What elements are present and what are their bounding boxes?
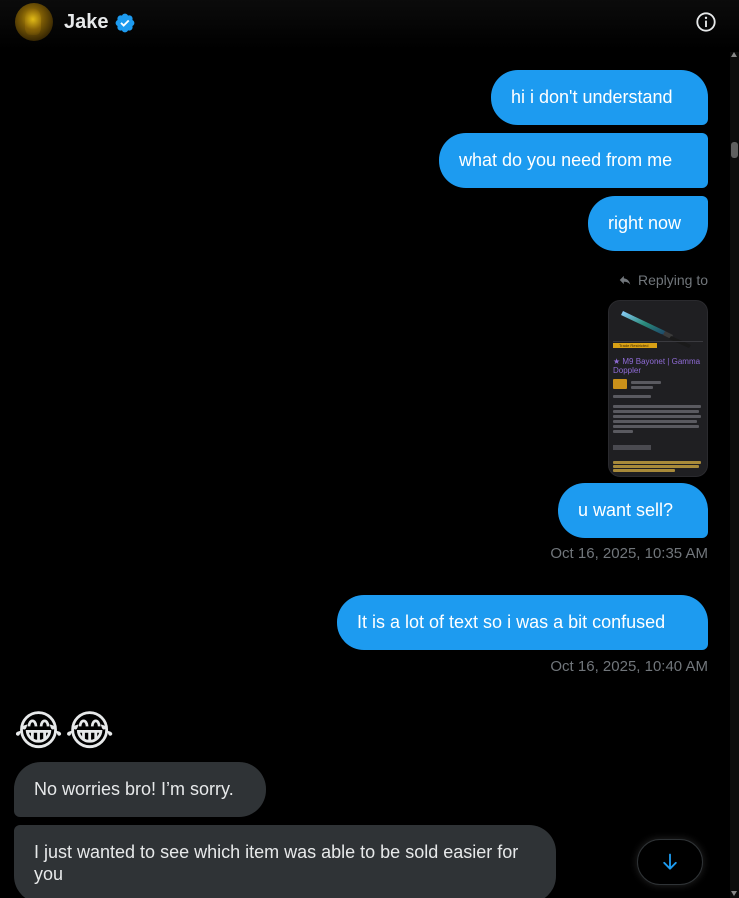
preview-text-line [613,415,701,418]
scrollbar-thumb[interactable] [731,142,738,158]
conversation-header: Jake [0,0,739,50]
sent-message[interactable]: It is a lot of text so i was a bit confu… [337,595,708,650]
replied-image-preview[interactable]: Trade Restricted ★ M9 Bayonet | Gamma Do… [608,300,708,477]
preview-text-line [613,410,699,413]
preview-warning-line [613,469,675,472]
sent-message[interactable]: what do you need from me [439,133,708,188]
preview-text-line [613,425,699,428]
received-message[interactable]: No worries bro! I’m sorry. [14,762,266,817]
preview-warning-line [613,465,699,468]
preview-title: ★ M9 Bayonet | Gamma Doppler [613,357,701,375]
replying-to-label: Replying to [618,272,708,288]
arrow-down-icon [663,853,677,870]
scroll-up-arrow-icon[interactable] [731,52,737,57]
received-message[interactable]: I just wanted to see which item was able… [14,825,556,898]
preview-text-line [613,405,701,408]
preview-item-icon [613,379,627,389]
sent-message[interactable]: hi i don't understand [491,70,708,125]
dm-conversation: Jake hi i don't understand what do you n… [0,0,739,898]
info-icon[interactable] [695,11,717,33]
verified-badge-icon [115,13,135,33]
preview-text-line [613,420,697,423]
preview-button [613,445,651,450]
preview-text-line [631,381,661,384]
message-timestamp: Oct 16, 2025, 10:40 AM [550,658,708,675]
preview-text-line [613,430,633,433]
avatar[interactable] [15,3,53,41]
preview-divider [613,341,703,342]
preview-text-line [631,386,653,389]
sent-message[interactable]: u want sell? [558,483,708,538]
contact-name[interactable]: Jake [64,11,109,34]
preview-warning-line [613,461,701,464]
sent-message[interactable]: right now [588,196,708,251]
scroll-to-bottom-button[interactable] [637,839,703,885]
replying-to-text: Replying to [637,272,708,288]
scroll-down-arrow-icon[interactable] [731,891,737,896]
preview-text-line [613,395,651,398]
preview-tag: Trade Restricted [613,343,657,348]
reply-arrow-icon [619,275,631,285]
emoji-message[interactable]: 😂😂 [14,706,116,756]
message-timestamp: Oct 16, 2025, 10:35 AM [550,545,708,562]
scrollbar[interactable] [730,52,739,898]
